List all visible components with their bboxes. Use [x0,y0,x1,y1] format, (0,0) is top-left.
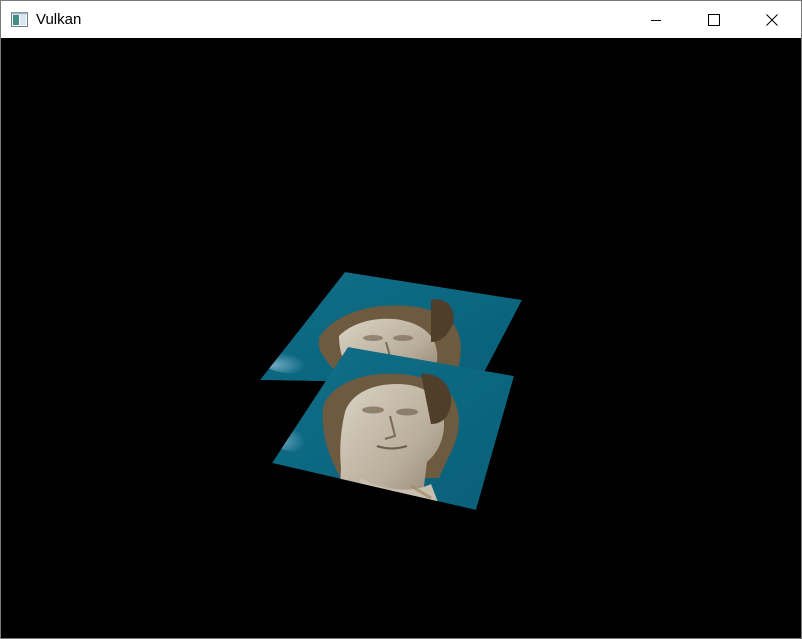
close-button[interactable] [743,1,801,38]
minimize-button[interactable] [627,1,685,38]
close-icon [766,13,778,26]
minimize-icon [651,19,661,21]
rendered-scene [260,272,522,510]
window-title: Vulkan [36,11,82,28]
maximize-button[interactable] [685,1,743,38]
maximize-icon [708,13,720,26]
vulkan-window: Vulkan [0,0,802,639]
title-bar[interactable]: Vulkan [1,1,801,38]
render-viewport[interactable] [1,38,801,638]
app-window-icon [11,12,28,27]
